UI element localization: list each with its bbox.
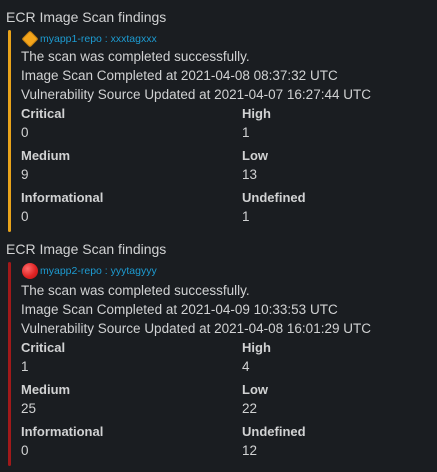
attachment-header: myapp1-repo : xxxtagxxx <box>21 30 157 48</box>
orange-diamond-icon <box>21 30 39 48</box>
high-label: High <box>242 106 271 121</box>
scan-completed-time: Image Scan Completed at 2021-04-09 10:33… <box>21 302 338 317</box>
vuln-source-updated-time: Vulnerability Source Updated at 2021-04-… <box>21 87 371 102</box>
attachment-color-bar <box>8 30 11 232</box>
message-1: ECR Image Scan findings myapp1-repo : xx… <box>0 0 437 236</box>
undefined-label: Undefined <box>242 424 306 439</box>
message-title: ECR Image Scan findings <box>6 241 167 257</box>
informational-count: 0 <box>21 209 29 224</box>
vuln-source-updated-time: Vulnerability Source Updated at 2021-04-… <box>21 321 371 336</box>
medium-count: 9 <box>21 167 29 182</box>
scan-attachment: myapp2-repo : yyytagyyy The scan was com… <box>8 262 428 466</box>
red-circle-icon <box>21 262 39 280</box>
undefined-count: 1 <box>242 209 250 224</box>
critical-label: Critical <box>21 106 66 121</box>
message-title: ECR Image Scan findings <box>6 9 167 25</box>
scan-summary: The scan was completed successfully. <box>21 49 250 64</box>
undefined-label: Undefined <box>242 190 306 205</box>
medium-label: Medium <box>21 382 71 397</box>
informational-count: 0 <box>21 443 29 458</box>
informational-label: Informational <box>21 424 104 439</box>
scan-completed-time: Image Scan Completed at 2021-04-08 08:37… <box>21 68 338 83</box>
high-count: 1 <box>242 125 250 140</box>
repo-link[interactable]: myapp1-repo : xxxtagxxx <box>40 33 157 45</box>
low-count: 22 <box>242 401 258 416</box>
attachment-header: myapp2-repo : yyytagyyy <box>21 262 157 280</box>
high-label: High <box>242 340 271 355</box>
critical-count: 1 <box>21 359 29 374</box>
undefined-count: 12 <box>242 443 258 458</box>
medium-count: 25 <box>21 401 37 416</box>
scan-summary: The scan was completed successfully. <box>21 283 250 298</box>
low-label: Low <box>242 382 268 397</box>
message-2: ECR Image Scan findings myapp2-repo : yy… <box>0 236 437 472</box>
repo-link[interactable]: myapp2-repo : yyytagyyy <box>40 265 157 277</box>
low-label: Low <box>242 148 268 163</box>
attachment-color-bar <box>8 262 11 466</box>
medium-label: Medium <box>21 148 71 163</box>
high-count: 4 <box>242 359 250 374</box>
critical-count: 0 <box>21 125 29 140</box>
scan-attachment: myapp1-repo : xxxtagxxx The scan was com… <box>8 30 428 232</box>
informational-label: Informational <box>21 190 104 205</box>
critical-label: Critical <box>21 340 66 355</box>
low-count: 13 <box>242 167 258 182</box>
